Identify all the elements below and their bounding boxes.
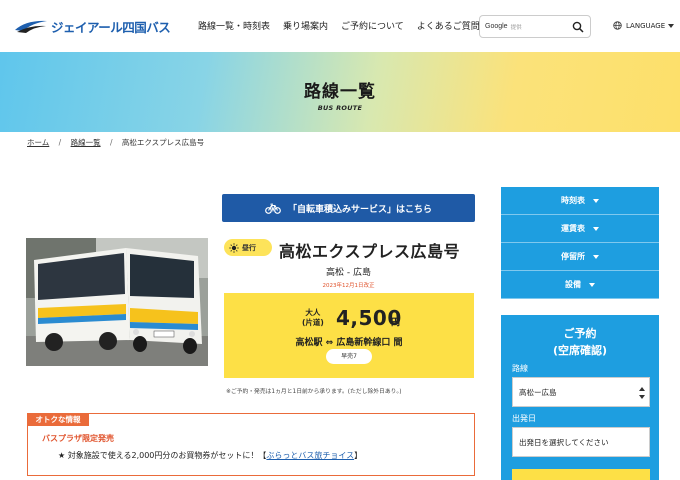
route-select-label: 路線 [512, 364, 528, 373]
page-hero: 路線一覧 BUS ROUTE [0, 52, 680, 132]
chevron-down-icon [668, 23, 675, 28]
deals-title: バスプラザ限定発売 [42, 434, 114, 443]
route-title: 高松エクスプレス広島号 [279, 242, 461, 261]
daytime-badge-label: 昼行 [242, 243, 256, 252]
select-arrows-icon [639, 387, 645, 399]
nav-reservation-info[interactable]: ご予約について [341, 19, 404, 32]
bicycle-service-button[interactable]: 「自転車積込みサービス」はこちら [222, 194, 475, 222]
chevron-down-icon [593, 198, 599, 203]
breadcrumb: ホーム / 路線一覧 / 高松エクスプレス広島号 [27, 137, 204, 148]
reservation-title: ご予約 [563, 327, 597, 340]
daytime-badge: 昼行 [224, 239, 272, 256]
logo-mark-icon [15, 20, 47, 33]
chevron-down-icon [593, 254, 599, 259]
search-icon[interactable] [572, 21, 584, 33]
fare-box: 大人 (片道) 4,500 円 高松駅 ⇔ 広島新幹線口 間 早売7 [224, 293, 474, 378]
breadcrumb-route-list[interactable]: 路線一覧 [71, 138, 101, 147]
fare-unit: 円 [391, 318, 401, 328]
revision-date: 2023年12月1日改正 [322, 283, 375, 289]
sidebar-item-stops[interactable]: 停留所 [501, 243, 659, 271]
deals-box: オトクな情報 バスプラザ限定発売 ★ 対象施設で使える2,000円分のお買物券が… [27, 413, 475, 476]
route-select[interactable]: 高松ー広島 [512, 377, 650, 407]
sidebar-menu: 時刻表 運賃表 停留所 設備 [501, 187, 659, 299]
reservation-note: ※ご予約・発売は1ヵ月と1日前から承ります。(ただし除外日あり。) [226, 389, 402, 395]
chevron-down-icon [589, 282, 595, 287]
search-submit-button[interactable] [512, 469, 650, 480]
deals-line-suffix: 】 [354, 451, 363, 460]
sidebar-item-label: 停留所 [561, 252, 585, 261]
bicycle-icon [265, 203, 281, 214]
deals-link[interactable]: ぶらっとバス旅チョイス [266, 451, 354, 460]
chevron-down-icon [593, 226, 599, 231]
language-selector[interactable]: LANGUAGE [613, 21, 675, 30]
breadcrumb-current: 高松エクスプレス広島号 [121, 138, 205, 147]
bicycle-service-label: 「自転車積込みサービス」はこちら [287, 204, 432, 215]
reservation-subtitle: (空席確認) [552, 344, 608, 357]
sidebar-item-fares[interactable]: 運賃表 [501, 215, 659, 243]
early-sale-button[interactable]: 早売7 [326, 349, 372, 364]
main-nav: 路線一覧・時刻表 乗り場案内 ご予約について よくあるご質問 [198, 19, 493, 32]
breadcrumb-separator: / [109, 138, 113, 147]
date-input-label: 出発日 [512, 414, 536, 423]
fare-type-line1: 大人 [305, 308, 321, 317]
site-header: ジェイアール四国バス 路線一覧・時刻表 乗り場案内 ご予約について よくあるご質… [0, 0, 680, 52]
sun-icon [229, 242, 239, 253]
bus-photo [26, 238, 208, 366]
page-subtitle: BUS ROUTE [317, 104, 363, 112]
departure-date-input[interactable]: 出発日を選択してください [512, 427, 650, 457]
nav-boarding-guide[interactable]: 乗り場案内 [283, 19, 328, 32]
fare-type: 大人 (片道) [302, 308, 324, 328]
fare-between: 高松駅 ⇔ 広島新幹線口 間 [295, 338, 403, 348]
route-subtitle: 高松 - 広島 [326, 268, 371, 278]
fare-type-line2: (片道) [302, 318, 324, 327]
search-hint: 提供 [510, 24, 522, 31]
logo-text: ジェイアール四国バス [51, 19, 171, 35]
sidebar-item-facilities[interactable]: 設備 [501, 271, 659, 299]
site-logo[interactable]: ジェイアール四国バス [14, 16, 171, 36]
sidebar-item-label: 時刻表 [561, 196, 585, 205]
page-title: 路線一覧 [304, 82, 376, 102]
search-box[interactable]: Google 提供 [479, 15, 591, 38]
search-brand: Google [485, 23, 508, 30]
deals-line: ★ 対象施設で使える2,000円分のお買物券がセットに！【ぶらっとバス旅チョイス… [58, 450, 362, 461]
nav-route-list[interactable]: 路線一覧・時刻表 [198, 19, 270, 32]
sidebar-item-label: 設備 [565, 280, 581, 289]
sidebar-item-label: 運賃表 [561, 224, 585, 233]
deals-line-prefix: ★ 対象施設で使える2,000円分のお買物券がセットに！【 [58, 451, 267, 460]
language-label: LANGUAGE [626, 21, 666, 30]
globe-icon [613, 21, 622, 30]
reservation-panel: ご予約 (空席確認) 路線 高松ー広島 出発日 出発日を選択してください [501, 315, 659, 480]
deals-tag: オトクな情報 [27, 413, 89, 426]
sidebar-item-timetable[interactable]: 時刻表 [501, 187, 659, 215]
bus-image [26, 238, 208, 366]
nav-faq[interactable]: よくあるご質問 [417, 19, 480, 32]
route-select-value: 高松ー広島 [519, 388, 557, 397]
breadcrumb-home[interactable]: ホーム [27, 138, 49, 147]
breadcrumb-separator: / [58, 138, 62, 147]
